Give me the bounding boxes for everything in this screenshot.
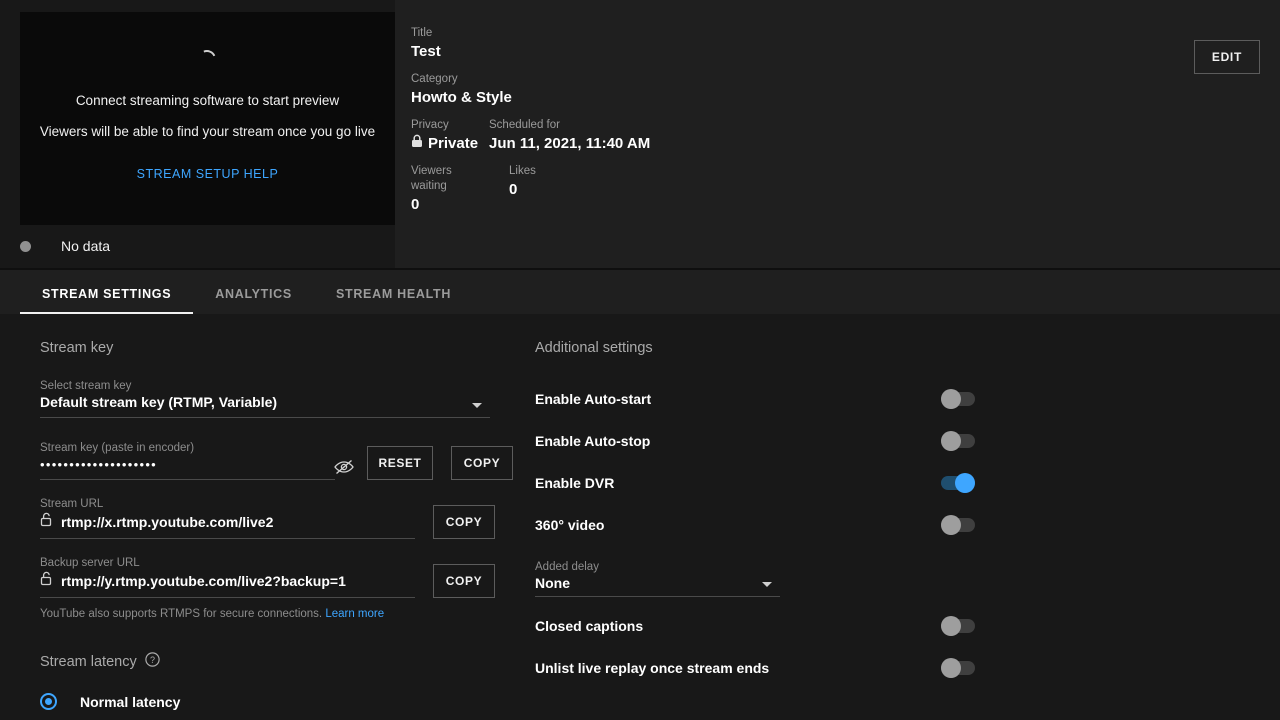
stats-row: Viewers waiting 0 Likes 0: [411, 164, 1280, 215]
radio-button-normal[interactable]: [40, 693, 57, 710]
preview-secondary-text: Viewers will be able to find your stream…: [39, 123, 376, 139]
tab-stream-health[interactable]: STREAM HEALTH: [314, 287, 473, 314]
stream-latency-label: Stream latency: [40, 653, 137, 670]
stream-key-heading: Stream key: [40, 340, 114, 356]
stream-latency-heading: Stream latency ?: [40, 652, 520, 671]
chevron-down-icon: [762, 582, 772, 587]
additional-settings-column: Additional settings Enable Auto-start En…: [520, 340, 1280, 720]
video-360-toggle[interactable]: [941, 515, 975, 535]
closed-captions-toggle[interactable]: [941, 616, 975, 636]
unlist-replay-label: Unlist live replay once stream ends: [535, 660, 770, 676]
closed-captions-label: Closed captions: [535, 618, 644, 634]
stream-metadata-panel: Title Test Category Howto & Style Privac…: [395, 0, 1280, 268]
edit-button[interactable]: EDIT: [1193, 40, 1260, 74]
stream-key-value: ••••••••••••••••••••: [40, 457, 158, 472]
stream-header-panel: Connect streaming software to start prev…: [0, 0, 1280, 268]
unlock-icon: [40, 512, 53, 532]
auto-start-label: Enable Auto-start: [535, 391, 652, 407]
stream-url-field[interactable]: Stream URL rtmp://x.rtmp.youtube.com/liv…: [40, 496, 415, 539]
preview-column: Connect streaming software to start prev…: [0, 0, 395, 268]
privacy-schedule-row: Privacy Private Scheduled for Jun 11, 20…: [411, 118, 1280, 154]
auto-stop-toggle[interactable]: [941, 431, 975, 451]
setting-unlist-replay: Unlist live replay once stream ends: [535, 647, 975, 689]
stream-status-row: No data: [20, 232, 110, 260]
select-stream-key-label: Select stream key: [40, 380, 132, 392]
help-circle-icon[interactable]: ?: [145, 652, 160, 671]
tab-stream-settings[interactable]: STREAM SETTINGS: [20, 287, 194, 314]
copy-stream-url-button[interactable]: COPY: [433, 505, 495, 539]
backup-url-row: Backup server URL rtmp://y.rtmp.youtube.…: [40, 555, 520, 598]
category-label: Category: [411, 73, 458, 85]
reset-stream-key-button[interactable]: RESET: [367, 446, 433, 480]
stream-key-input[interactable]: Stream key (paste in encoder) ••••••••••…: [40, 440, 354, 480]
privacy-value: Private: [428, 135, 479, 152]
added-delay-block: Added delay None: [535, 559, 1280, 597]
chevron-down-icon: [472, 403, 482, 408]
setting-360-video: 360° video: [535, 504, 975, 546]
stream-url-value: rtmp://x.rtmp.youtube.com/live2: [61, 514, 274, 530]
setting-closed-captions: Closed captions: [535, 605, 975, 647]
rtmps-note-text: YouTube also supports RTMPS for secure c…: [40, 608, 323, 620]
stream-url-label: Stream URL: [40, 498, 104, 510]
added-delay-dropdown[interactable]: Added delay None: [535, 559, 780, 597]
added-delay-value: None: [535, 575, 570, 591]
likes-value: 0: [509, 181, 518, 198]
live-control-room: Connect streaming software to start prev…: [0, 0, 1280, 720]
viewers-block: Viewers waiting 0: [411, 164, 476, 215]
rtmps-note: YouTube also supports RTMPS for secure c…: [40, 608, 520, 620]
stream-key-column: Stream key Select stream key Default str…: [0, 340, 520, 720]
select-stream-key-dropdown[interactable]: Select stream key Default stream key (RT…: [40, 378, 490, 418]
stream-key-label: Stream key (paste in encoder): [40, 442, 195, 454]
radio-normal-latency[interactable]: Normal latency: [40, 693, 520, 710]
settings-content: Stream key Select stream key Default str…: [0, 314, 1280, 720]
radio-label-normal: Normal latency: [80, 693, 181, 710]
setting-auto-stop: Enable Auto-stop: [535, 420, 975, 462]
eye-off-icon[interactable]: [333, 458, 355, 476]
added-delay-label: Added delay: [535, 561, 599, 573]
title-block: Title Test: [411, 26, 1280, 62]
copy-stream-key-button[interactable]: COPY: [451, 446, 513, 480]
tab-analytics[interactable]: ANALYTICS: [193, 287, 314, 314]
stream-setup-help-link[interactable]: STREAM SETUP HELP: [137, 167, 279, 181]
auto-start-toggle[interactable]: [941, 389, 975, 409]
setting-auto-start: Enable Auto-start: [535, 378, 975, 420]
stream-url-row: Stream URL rtmp://x.rtmp.youtube.com/liv…: [40, 496, 520, 539]
dvr-label: Enable DVR: [535, 475, 615, 491]
status-indicator-dot: [20, 240, 31, 252]
loading-spinner-icon: [194, 47, 219, 71]
likes-block: Likes 0: [509, 164, 536, 215]
dvr-toggle[interactable]: [941, 473, 975, 493]
unlist-replay-toggle[interactable]: [941, 658, 975, 678]
privacy-label: Privacy: [411, 119, 449, 131]
svg-text:?: ?: [150, 655, 155, 665]
scheduled-value: Jun 11, 2021, 11:40 AM: [489, 135, 651, 152]
likes-label: Likes: [509, 165, 536, 177]
status-badge: No data: [61, 238, 111, 254]
viewers-label: Viewers waiting: [411, 165, 452, 192]
learn-more-link[interactable]: Learn more: [325, 608, 384, 620]
viewers-value: 0: [411, 196, 420, 213]
video-360-label: 360° video: [535, 517, 605, 533]
backup-url-label: Backup server URL: [40, 557, 140, 569]
select-stream-key-value: Default stream key (RTMP, Variable): [40, 394, 278, 410]
additional-settings-heading: Additional settings: [535, 340, 653, 356]
scheduled-label: Scheduled for: [489, 119, 560, 131]
title-label: Title: [411, 27, 433, 39]
scheduled-block: Scheduled for Jun 11, 2021, 11:40 AM: [489, 118, 1280, 154]
copy-backup-url-button[interactable]: COPY: [433, 564, 495, 598]
lock-icon: [411, 133, 423, 154]
unlock-icon: [40, 571, 53, 591]
category-block: Category Howto & Style: [411, 72, 1280, 108]
stream-preview: Connect streaming software to start prev…: [20, 12, 395, 225]
stream-key-row: Stream key (paste in encoder) ••••••••••…: [40, 440, 520, 480]
tab-bar: STREAM SETTINGS ANALYTICS STREAM HEALTH: [0, 268, 1280, 314]
category-value: Howto & Style: [411, 89, 512, 106]
preview-primary-text: Connect streaming software to start prev…: [75, 92, 340, 108]
privacy-block: Privacy Private: [411, 118, 489, 154]
auto-stop-label: Enable Auto-stop: [535, 433, 651, 449]
title-value: Test: [411, 43, 441, 60]
setting-dvr: Enable DVR: [535, 462, 975, 504]
backup-url-field[interactable]: Backup server URL rtmp://y.rtmp.youtube.…: [40, 555, 415, 598]
backup-url-value: rtmp://y.rtmp.youtube.com/live2?backup=1: [61, 573, 346, 589]
